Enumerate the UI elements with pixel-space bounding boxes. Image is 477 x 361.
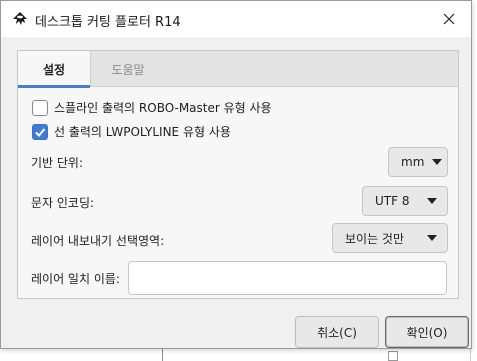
checkmark-icon xyxy=(35,127,46,137)
layer-export-dropdown[interactable]: 보이는 것만 xyxy=(332,223,448,253)
lwpolyline-option[interactable]: 선 출력의 LWPOLYLINE 유형 사용 xyxy=(32,123,231,140)
tab-settings-label: 설정 xyxy=(42,62,66,77)
spline-robo-option[interactable]: 스플라인 출력의 ROBO-Master 유형 사용 xyxy=(32,99,272,116)
close-icon xyxy=(443,13,455,25)
tab-settings[interactable]: 설정 xyxy=(18,51,91,88)
base-unit-value: mm xyxy=(401,155,425,169)
layer-export-row: 레이어 내보내기 선택영역: xyxy=(31,232,164,249)
chevron-down-icon xyxy=(427,198,437,204)
window-title: 데스크톱 커팅 플로터 R14 xyxy=(35,15,181,30)
lwpolyline-label: 선 출력의 LWPOLYLINE 유형 사용 xyxy=(54,125,231,139)
chevron-down-icon xyxy=(432,159,443,165)
encoding-row: 문자 인코딩: xyxy=(31,194,94,211)
close-button[interactable] xyxy=(427,1,471,37)
base-unit-dropdown[interactable]: mm xyxy=(388,147,448,177)
layer-match-row: 레이어 일치 이름: xyxy=(31,270,120,287)
tab-help-label: 도움말 xyxy=(111,62,145,77)
cancel-button[interactable]: 취소(C) xyxy=(295,316,379,348)
dialog-window: 데스크톱 커팅 플로터 R14 설정 도움말 스플라인 출력의 ROBO-Mas… xyxy=(0,0,472,349)
spline-robo-label: 스플라인 출력의 ROBO-Master 유형 사용 xyxy=(54,101,272,115)
ok-button[interactable]: 확인(O) xyxy=(385,316,469,348)
tab-bar: 설정 도움말 xyxy=(18,51,458,88)
base-unit-row: 기반 단위: xyxy=(31,154,83,171)
lwpolyline-checkbox[interactable] xyxy=(32,123,48,140)
base-unit-label: 기반 단위: xyxy=(31,156,84,170)
inkscape-icon xyxy=(13,12,27,25)
layer-export-value: 보이는 것만 xyxy=(345,231,405,246)
tab-help[interactable]: 도움말 xyxy=(91,51,165,87)
background-page-icon xyxy=(388,351,398,361)
spline-robo-checkbox[interactable] xyxy=(32,99,48,116)
layer-match-label: 레이어 일치 이름: xyxy=(31,272,120,286)
title-bar[interactable]: 데스크톱 커팅 플로터 R14 xyxy=(1,1,471,37)
encoding-value: UTF 8 xyxy=(375,194,410,208)
layer-export-label: 레이어 내보내기 선택영역: xyxy=(31,234,165,248)
layer-match-input[interactable] xyxy=(128,261,447,295)
encoding-label: 문자 인코딩: xyxy=(31,196,95,210)
chevron-down-icon xyxy=(427,235,437,241)
active-tab-indicator xyxy=(18,85,90,88)
encoding-dropdown[interactable]: UTF 8 xyxy=(362,186,448,216)
